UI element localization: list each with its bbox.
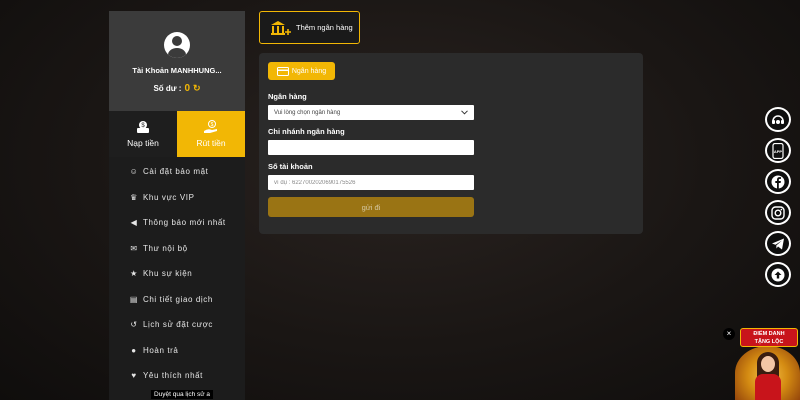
menu-item-label: Cài đặt bảo mật (143, 167, 209, 177)
withdraw-icon: $ (204, 120, 217, 133)
menu-item-label: Thông báo mới nhất (143, 218, 226, 228)
telegram-icon[interactable] (765, 231, 791, 256)
promo-dress (755, 374, 781, 400)
bank-tab-label: Ngân hàng (291, 67, 327, 75)
promo-face (761, 356, 775, 372)
menu-tooltip: Duyệt qua lịch sử a (151, 390, 214, 399)
megaphone-icon: ◀ (130, 218, 138, 228)
menu-item-events[interactable]: ★ Khu sự kiện (109, 261, 245, 287)
history-icon: ↺ (130, 320, 138, 330)
promo-line2: TẶNG LỘC (754, 339, 784, 345)
svg-text:$: $ (211, 122, 214, 128)
menu-item-rebate[interactable]: ● Hoàn trả (109, 338, 245, 364)
menu-item-vip[interactable]: ♛ Khu vực VIP (109, 185, 245, 211)
support-icon[interactable] (765, 107, 791, 132)
branch-input[interactable] (268, 140, 474, 155)
promo-widget[interactable]: ĐIỂM DANH TẶNG LỘC × (723, 326, 800, 400)
facebook-icon[interactable] (765, 169, 791, 194)
submit-button[interactable]: gửi đi (268, 197, 474, 217)
add-bank-label: Thêm ngân hàng (296, 23, 353, 32)
deposit-button[interactable]: $ Nạp tiền (109, 111, 177, 157)
account-number-input[interactable] (268, 175, 474, 190)
bank-form-panel: Ngân hàng Ngân hàng Vui lòng chọn ngân h… (259, 53, 643, 234)
menu-item-inbox[interactable]: ✉ Thư nội bộ (109, 236, 245, 262)
withdraw-button[interactable]: $ Rút tiền (177, 111, 245, 157)
clipboard-icon: ▤ (129, 294, 139, 304)
user-lock-icon: ☺ (129, 167, 139, 177)
menu-item-notifications[interactable]: ◀ Thông báo mới nhất (109, 210, 245, 236)
app-download-icon[interactable]: APP (765, 138, 791, 163)
bank-tab[interactable]: Ngân hàng (268, 62, 335, 80)
menu-item-label: Hoàn trả (143, 345, 179, 355)
menu-item-label: Khu vực VIP (143, 192, 195, 202)
app-label: APP (774, 149, 783, 154)
avatar-icon (164, 32, 190, 58)
envelope-icon: ✉ (130, 243, 138, 253)
add-bank-button[interactable]: Thêm ngân hàng (259, 11, 360, 44)
heart-icon: ♥ (131, 371, 137, 381)
dollar-icon: ● (131, 345, 137, 355)
trophy-icon: ★ (130, 269, 138, 279)
menu-item-label: Khu sự kiện (143, 269, 193, 279)
profile-card: Tài Khoản MANHHUNG... Số dư : 0 ↻ (109, 11, 245, 111)
menu-item-label: Thư nội bộ (143, 243, 188, 253)
wallet-actions: $ Nạp tiền $ Rút tiền (109, 111, 245, 157)
account-number-label: Số tài khoản (268, 162, 313, 171)
close-icon[interactable]: × (723, 328, 735, 340)
bank-select[interactable]: Vui lòng chọn ngân hàng (268, 105, 474, 120)
crown-icon: ♛ (130, 192, 138, 202)
instagram-icon[interactable] (765, 200, 791, 225)
deposit-icon: $ (137, 121, 149, 133)
refresh-icon[interactable]: ↻ (193, 83, 201, 94)
menu-item-label: Lịch sử đặt cược (143, 320, 214, 330)
menu-item-favorites[interactable]: ♥ Yêu thích nhất (109, 363, 245, 389)
card-icon (276, 66, 289, 76)
bank-add-icon (271, 20, 291, 35)
deposit-label: Nạp tiền (127, 138, 159, 148)
scroll-top-icon[interactable] (765, 262, 791, 287)
account-sidebar: Tài Khoản MANHHUNG... Số dư : 0 ↻ $ Nạp … (109, 11, 245, 400)
account-menu: ☺ Cài đặt bảo mật ♛ Khu vực VIP ◀ Thông báo… (109, 157, 245, 389)
balance-row: Số dư : 0 ↻ (153, 83, 200, 94)
menu-item-label: Chi tiết giao dịch (143, 294, 213, 304)
menu-item-bet-history[interactable]: ↺ Lịch sử đặt cược (109, 312, 245, 338)
menu-item-security[interactable]: ☺ Cài đặt bảo mật (109, 159, 245, 185)
bank-select-value: Vui lòng chọn ngân hàng (274, 109, 341, 116)
account-name: Tài Khoản MANHHUNG... (132, 66, 222, 75)
promo-line1: ĐIỂM DANH (753, 331, 785, 337)
balance-value: 0 (184, 83, 191, 94)
promo-badge: ĐIỂM DANH TẶNG LỘC (740, 328, 798, 347)
menu-item-label: Yêu thích nhất (143, 371, 203, 381)
menu-item-transactions[interactable]: ▤ Chi tiết giao dịch (109, 287, 245, 313)
bank-label: Ngân hàng (268, 92, 307, 101)
withdraw-label: Rút tiền (196, 138, 226, 148)
floating-buttons: APP (765, 107, 791, 287)
balance-label: Số dư : (153, 84, 182, 93)
chevron-down-icon (461, 110, 468, 115)
branch-label: Chi nhánh ngân hàng (268, 127, 345, 136)
